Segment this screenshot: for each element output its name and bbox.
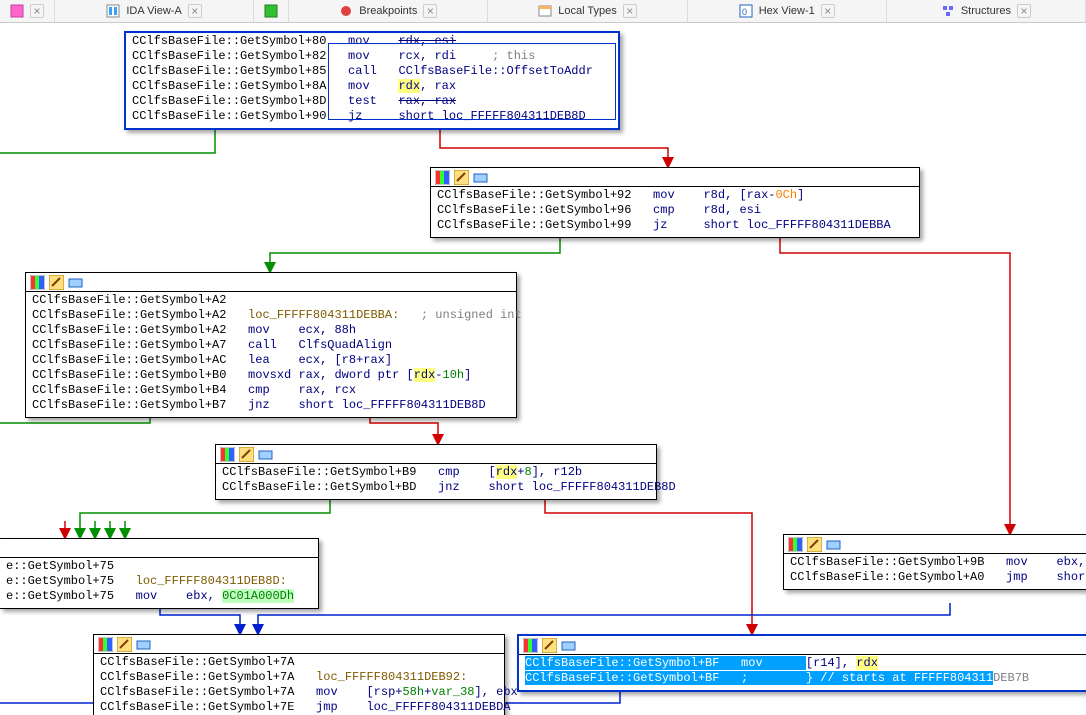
disasm-body: CClfsBaseFile::GetSymbol+9B mov ebx, CCl…	[784, 554, 1086, 589]
palette-icon	[523, 638, 538, 653]
tab-label: Hex View-1	[759, 5, 815, 17]
palette-icon	[220, 447, 235, 462]
types-icon	[538, 4, 552, 18]
tab-ida-view-a[interactable]: IDA View-A ×	[55, 0, 254, 22]
close-icon[interactable]: ×	[623, 4, 637, 18]
tab-label: Local Types	[558, 5, 617, 17]
block-header	[784, 535, 1086, 554]
disasm-body: CClfsBaseFile::GetSymbol+92 mov r8d, [ra…	[431, 187, 919, 237]
palette-icon	[435, 170, 450, 185]
basic-block-bA2[interactable]: CClfsBaseFile::GetSymbol+A2 CClfsBaseFil…	[25, 272, 517, 418]
group-icon[interactable]	[473, 170, 488, 185]
tab-hex-view[interactable]: 0 Hex View-1 ×	[688, 0, 887, 22]
ida-view-icon	[106, 4, 120, 18]
edit-icon[interactable]	[239, 447, 254, 462]
block-header	[519, 636, 1086, 655]
graph-canvas[interactable]: CClfsBaseFile::GetSymbol+80 mov rdx, esi…	[0, 23, 1086, 715]
square-pink-icon	[10, 4, 24, 18]
block-header	[216, 445, 656, 464]
disasm-body: CClfsBaseFile::GetSymbol+BF mov [r14], r…	[519, 655, 1086, 690]
disasm-body: CClfsBaseFile::GetSymbol+B9 cmp [rdx+8],…	[216, 464, 656, 499]
disasm-body: e::GetSymbol+75 e::GetSymbol+75 loc_FFFF…	[0, 558, 318, 608]
block-header	[94, 635, 504, 654]
basic-block-bBF[interactable]: CClfsBaseFile::GetSymbol+BF mov [r14], r…	[517, 634, 1086, 692]
close-icon[interactable]: ×	[30, 4, 44, 18]
basic-block-b80[interactable]: CClfsBaseFile::GetSymbol+80 mov rdx, esi…	[124, 31, 620, 130]
edit-icon[interactable]	[807, 537, 822, 552]
group-icon[interactable]	[258, 447, 273, 462]
struct-icon	[941, 4, 955, 18]
palette-icon	[98, 637, 113, 652]
breakpoint-icon	[339, 4, 353, 18]
basic-block-b75[interactable]: e::GetSymbol+75 e::GetSymbol+75 loc_FFFF…	[0, 538, 319, 609]
edit-icon[interactable]	[49, 275, 64, 290]
square-green-icon	[264, 4, 278, 18]
tab-local-types[interactable]: Local Types ×	[488, 0, 687, 22]
close-icon[interactable]: ×	[1017, 4, 1031, 18]
group-icon[interactable]	[561, 638, 576, 653]
block-header	[431, 168, 919, 187]
basic-block-b92[interactable]: CClfsBaseFile::GetSymbol+92 mov r8d, [ra…	[430, 167, 920, 238]
edit-icon[interactable]	[454, 170, 469, 185]
disasm-body: CClfsBaseFile::GetSymbol+80 mov rdx, esi…	[126, 33, 618, 128]
edit-icon[interactable]	[117, 637, 132, 652]
block-header	[0, 539, 318, 558]
close-icon[interactable]: ×	[423, 4, 437, 18]
basic-block-b7A[interactable]: CClfsBaseFile::GetSymbol+7A CClfsBaseFil…	[93, 634, 505, 715]
disasm-body: CClfsBaseFile::GetSymbol+7A CClfsBaseFil…	[94, 654, 504, 715]
close-icon[interactable]: ×	[188, 4, 202, 18]
basic-block-b9B[interactable]: CClfsBaseFile::GetSymbol+9B mov ebx, CCl…	[783, 534, 1086, 590]
close-icon[interactable]: ×	[821, 4, 835, 18]
group-icon[interactable]	[826, 537, 841, 552]
tab-unknown-2[interactable]	[254, 0, 289, 22]
disasm-body: CClfsBaseFile::GetSymbol+A2 CClfsBaseFil…	[26, 292, 516, 417]
tab-breakpoints[interactable]: Breakpoints ×	[289, 0, 488, 22]
block-header	[26, 273, 516, 292]
basic-block-bB9[interactable]: CClfsBaseFile::GetSymbol+B9 cmp [rdx+8],…	[215, 444, 657, 500]
tab-label: Breakpoints	[359, 5, 417, 17]
tab-unknown-1[interactable]: ×	[0, 0, 55, 22]
tab-bar: × IDA View-A × Breakpoints × Local Types…	[0, 0, 1086, 23]
palette-icon	[788, 537, 803, 552]
tab-structures[interactable]: Structures ×	[887, 0, 1086, 22]
hex-icon: 0	[739, 4, 753, 18]
group-icon[interactable]	[68, 275, 83, 290]
tab-label: Structures	[961, 5, 1011, 17]
group-icon[interactable]	[136, 637, 151, 652]
svg-text:0: 0	[742, 7, 747, 17]
tab-label: IDA View-A	[126, 5, 181, 17]
palette-icon	[30, 275, 45, 290]
edit-icon[interactable]	[542, 638, 557, 653]
